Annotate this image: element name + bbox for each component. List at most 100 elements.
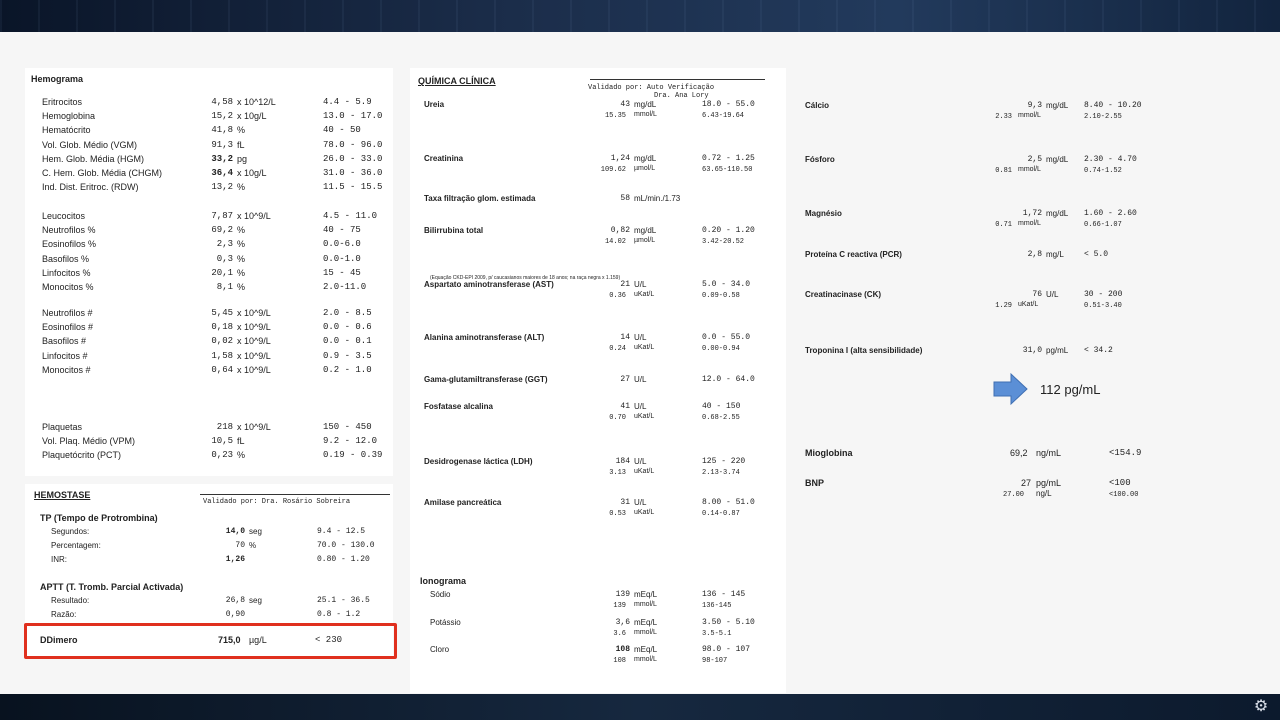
- right-row-sub-value: 0.81: [995, 167, 1012, 175]
- quimica-row-sub-ref: 0.68-2.55: [702, 414, 740, 422]
- hemograma-row-unit: x 10^9/L: [237, 336, 271, 347]
- hemograma-row-value: 15,2: [211, 111, 233, 122]
- bnp-sub-unit: ng/L: [1036, 489, 1052, 498]
- quimica-row-name: Bilirrubina total: [424, 226, 484, 235]
- ionograma-row-sub-value: 3.6: [613, 629, 626, 638]
- hemograma-row-ref: 31.0 - 36.0: [323, 168, 383, 178]
- settings-gear-icon[interactable]: ⚙: [1252, 698, 1270, 716]
- right-row-unit: mg/dL: [1046, 155, 1069, 164]
- hemograma-row-name: Eosinofilos %: [42, 239, 97, 250]
- hemograma-row-name: C. Hem. Glob. Média (CHGM): [42, 168, 163, 178]
- quimica-row-unit: U/L: [634, 498, 647, 507]
- right-row-sub-ref: 2.10-2.55: [1084, 113, 1122, 121]
- hemograma-row-ref: 4.4 - 5.9: [323, 97, 372, 107]
- quimica-row-sub-ref: 63.65-110.50: [702, 166, 753, 174]
- bnp-value: 27: [1021, 478, 1032, 488]
- ionograma-row-sub-value: 139: [613, 602, 626, 610]
- hemograma-row-name: Linfocitos #: [42, 350, 88, 361]
- right-row-sub-value: 2.33: [995, 113, 1012, 121]
- quimica-row-unit: U/L: [634, 402, 647, 411]
- quimica-row-sub-ref: 6.43-19.64: [702, 112, 745, 120]
- quimica-row-value: 31: [620, 498, 630, 507]
- bnp-label: BNP: [805, 478, 825, 488]
- bnp-sub-ref: <100.00: [1109, 491, 1139, 499]
- ionograma-row-sub-ref: 98-107: [702, 657, 728, 665]
- hemograma-row-value: 91,3: [211, 139, 233, 150]
- tp-row-name: Percentagem:: [51, 541, 101, 550]
- quimica-row-name: Alanina aminotransferase (ALT): [424, 333, 545, 342]
- quimica-row-unit: U/L: [634, 457, 647, 466]
- right-row-ref: 8.40 - 10.20: [1084, 101, 1142, 110]
- right-row-name: Fósforo: [805, 155, 835, 164]
- hemograma-row-unit: %: [237, 267, 246, 278]
- right-row-unit: mg/L: [1046, 250, 1064, 259]
- quimica-row-ref: 12.0 - 64.0: [702, 375, 755, 384]
- hemograma-row-name: Eosinofilos #: [42, 322, 94, 333]
- quimica-row-sub-unit: uKat/L: [634, 509, 655, 516]
- right-row-sub-unit: mmol/L: [1018, 220, 1041, 227]
- hemograma-row-name: Monocitos #: [42, 364, 91, 375]
- quimica-row-name: Aspartato aminotransferase (AST): [424, 280, 554, 289]
- tp-row-value: 70: [235, 541, 245, 550]
- quimica-row-sub-value: 0.36: [609, 292, 626, 300]
- hemograma-row-unit: x 10g/L: [237, 168, 267, 178]
- hemograma-row-value: 36,4: [211, 168, 233, 178]
- quimica-rule: [590, 79, 765, 80]
- right-row-value: 1,72: [1022, 209, 1042, 218]
- hemograma-row-ref: 11.5 - 15.5: [323, 182, 383, 193]
- ionograma-title: Ionograma: [420, 576, 467, 586]
- quimica-row-value: 21: [620, 280, 630, 289]
- quimica-row-ref: 0.72 - 1.25: [702, 154, 755, 163]
- quimica-row-name: Taxa filtração glom. estimada: [424, 194, 536, 203]
- tp-row-ref: 9.4 - 12.5: [317, 527, 366, 536]
- hemograma-row-unit: x 10^9/L: [237, 350, 271, 361]
- ionograma-row-unit: mEq/L: [634, 617, 658, 627]
- right-row-value: 76: [1032, 290, 1042, 299]
- right-arrow-icon: [993, 372, 1028, 406]
- right-row-sub-unit: mmol/L: [1018, 112, 1041, 119]
- ionograma-row-sub-value: 108: [613, 657, 626, 665]
- hemograma-row-name: Hemoglobina: [42, 111, 96, 122]
- mioglobina-unit: ng/mL: [1036, 448, 1062, 458]
- hemograma-row-unit: x 10^9/L: [237, 308, 271, 318]
- right-row-unit: pg/mL: [1046, 346, 1069, 355]
- quimica-row-value: 27: [620, 375, 630, 384]
- right-row-value: 9,3: [1027, 101, 1042, 110]
- hemograma-row-name: Plaquetócrito (PCT): [42, 450, 122, 461]
- hemograma-row-unit: %: [237, 282, 246, 292]
- right-row-unit: mg/dL: [1046, 209, 1069, 218]
- quimica-row-sub-value: 109.62: [600, 166, 626, 174]
- quimica-row-sub-value: 14.02: [604, 238, 626, 246]
- hemostase-title: HEMOSTASE: [34, 490, 91, 500]
- hemograma-row-value: 0,18: [211, 322, 233, 333]
- quimica-row-value: 41: [620, 402, 630, 411]
- right-row-ref: 1.60 - 2.60: [1084, 209, 1137, 218]
- right-row-value: 2,5: [1027, 155, 1042, 164]
- hemograma-row-ref: 13.0 - 17.0: [323, 111, 383, 122]
- top-background-band: [0, 0, 1280, 32]
- quimica-panel: QUÍMICA CLÍNICA Validado por: Auto Verif…: [410, 68, 786, 693]
- hemograma-row-value: 0,02: [211, 336, 233, 347]
- hemograma-row-value: 2,3: [216, 239, 233, 250]
- quimica-row-sub-unit: µmol/L: [634, 165, 656, 172]
- quimica-row-sub-unit: uKat/L: [634, 344, 655, 351]
- quimica-row-ref: 125 - 220: [702, 457, 746, 466]
- right-row-sub-value: 1.29: [995, 302, 1012, 310]
- right-row-value: 31,0: [1022, 346, 1042, 355]
- hemograma-row-ref: 0.19 - 0.39: [323, 450, 383, 461]
- hemograma-row-name: Hem. Glob. Média (HGM): [42, 153, 145, 164]
- tp-row-value: 1,26: [225, 555, 245, 564]
- ionograma-row-ref: 98.0 - 107: [702, 645, 751, 654]
- quimica-row-sub-value: 0.53: [609, 510, 626, 518]
- hemograma-row-value: 5,45: [211, 308, 233, 318]
- hemograma-row-ref: 0.0 - 0.6: [323, 322, 372, 333]
- hemograma-row-value: 0,64: [211, 364, 233, 375]
- quimica-row-ref: 8.00 - 51.0: [702, 498, 755, 507]
- right-row-name: Cálcio: [805, 101, 830, 110]
- right-row-sub-ref: 0.74-1.52: [1084, 167, 1122, 175]
- right-row-unit: U/L: [1046, 290, 1059, 299]
- hemograma-row-name: Basofilos %: [42, 253, 90, 264]
- ionograma-row-unit: mEq/L: [634, 590, 658, 599]
- aptt-row-ref: 25.1 - 36.5: [317, 596, 370, 605]
- hemograma-row-name: Neutrofilos %: [42, 225, 96, 236]
